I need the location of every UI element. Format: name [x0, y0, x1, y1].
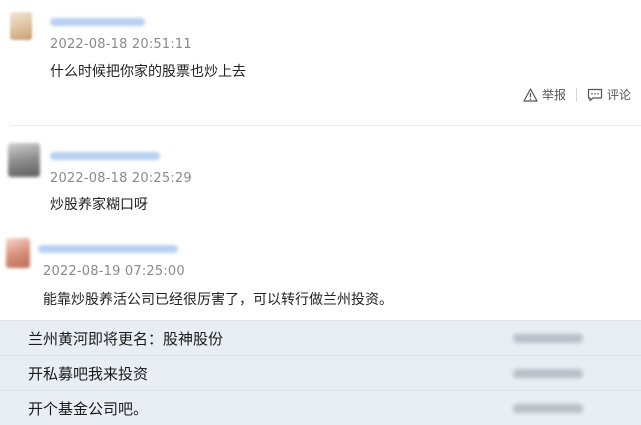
reply-button[interactable]: 评论: [587, 86, 631, 103]
avatar[interactable]: [6, 238, 30, 268]
comment-timestamp: 2022-08-19 07:25:00: [43, 264, 185, 279]
reply-text: 开私募吧我来投资: [28, 365, 149, 383]
reply-author[interactable]: [513, 404, 583, 413]
comment-timestamp: 2022-08-18 20:25:29: [50, 171, 192, 186]
reply-row[interactable]: 兰州黄河即将更名：股神股份: [0, 320, 641, 355]
avatar[interactable]: [8, 143, 40, 177]
comment-text: 什么时候把你家的股票也炒上去: [50, 64, 246, 80]
username[interactable]: [38, 245, 178, 253]
action-divider: [575, 87, 577, 102]
username[interactable]: [50, 152, 160, 160]
comment-text: 能靠炒股养活公司已经很厉害了，可以转行做兰州投资。: [43, 292, 393, 308]
report-button[interactable]: 举报: [523, 86, 566, 103]
speech-bubble-icon: [587, 88, 603, 101]
reply-label: 评论: [606, 88, 631, 102]
reply-row[interactable]: 开私募吧我来投资: [0, 355, 641, 390]
comment-divider: [10, 125, 641, 126]
reply-author[interactable]: [513, 334, 583, 343]
comment-timestamp: 2022-08-18 20:51:11: [50, 37, 192, 52]
reply-author[interactable]: [513, 369, 583, 378]
reply-text: 开个基金公司吧。: [28, 400, 149, 418]
comment-text: 炒股养家糊口呀: [50, 197, 148, 213]
reply-row[interactable]: 开个基金公司吧。: [0, 390, 641, 425]
avatar[interactable]: [10, 12, 32, 40]
comment-actions: 举报 评论: [523, 86, 631, 103]
username[interactable]: [50, 18, 145, 26]
reply-text: 兰州黄河即将更名：股神股份: [28, 330, 224, 348]
warning-triangle-icon: [523, 87, 538, 102]
report-label: 举报: [541, 88, 566, 102]
